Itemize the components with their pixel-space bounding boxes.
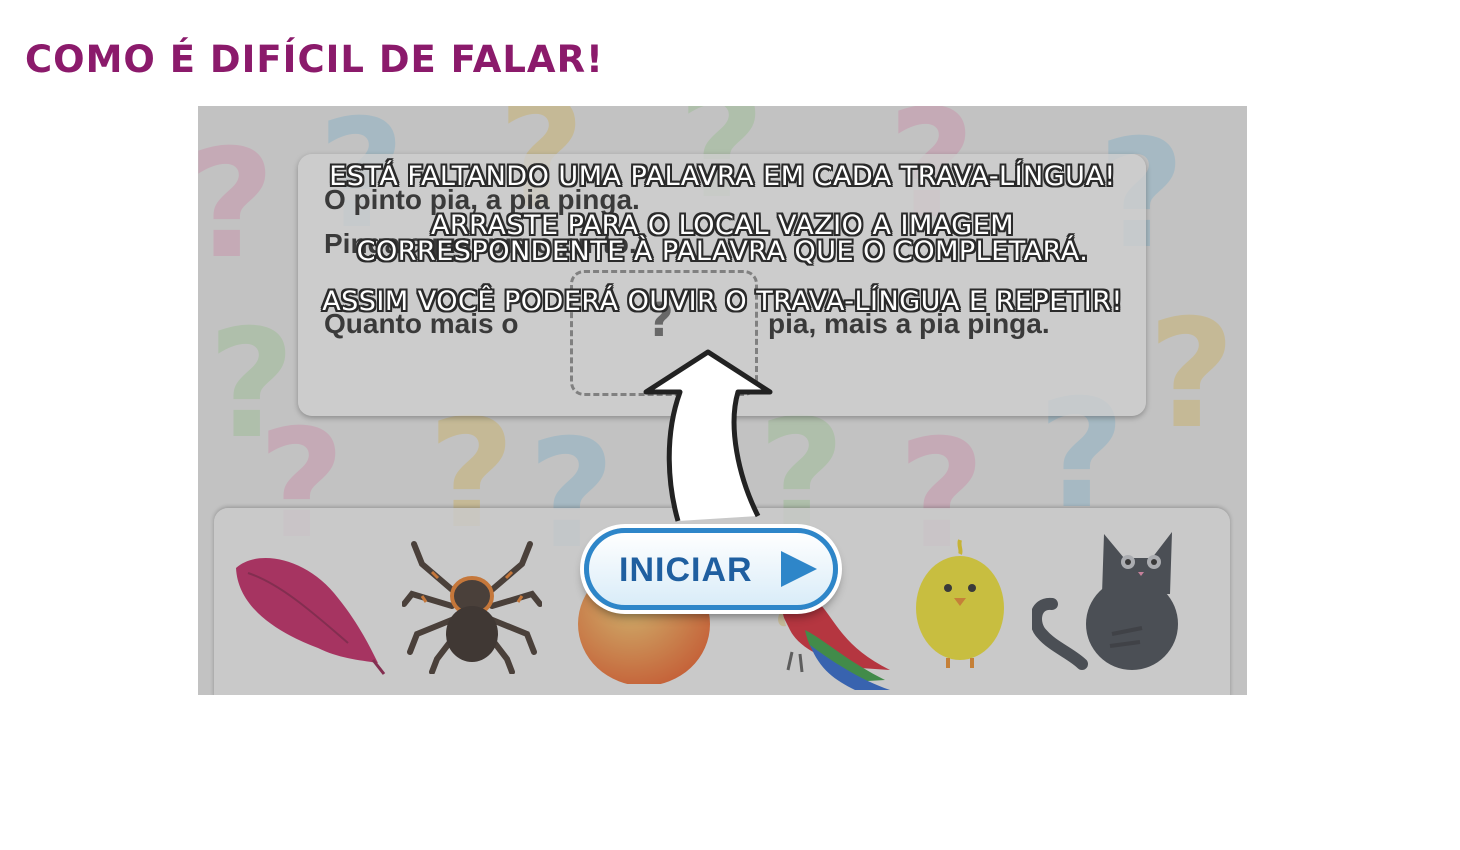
start-button-label: INICIAR <box>619 551 753 589</box>
play-triangle-icon <box>781 551 817 587</box>
instruction-line-4: ASSIM VOCÊ PODERÁ OUVIR O TRAVA-LÍNGUA E… <box>322 286 1123 317</box>
instruction-line-1: ESTÁ FALTANDO UMA PALAVRA EM CADA TRAVA-… <box>329 161 1116 192</box>
page-title: COMO É DIFÍCIL DE FALAR! <box>25 38 604 81</box>
game-area: ? ? ? ? ? ? ? ? ? ? ? ? ? ? O pinto pia,… <box>198 106 1247 695</box>
instruction-line-3: CORRESPONDENTE À PALAVRA QUE O COMPLETAR… <box>356 236 1089 267</box>
start-button[interactable]: INICIAR <box>584 528 838 610</box>
drag-hint-arrow-icon <box>643 349 773 522</box>
